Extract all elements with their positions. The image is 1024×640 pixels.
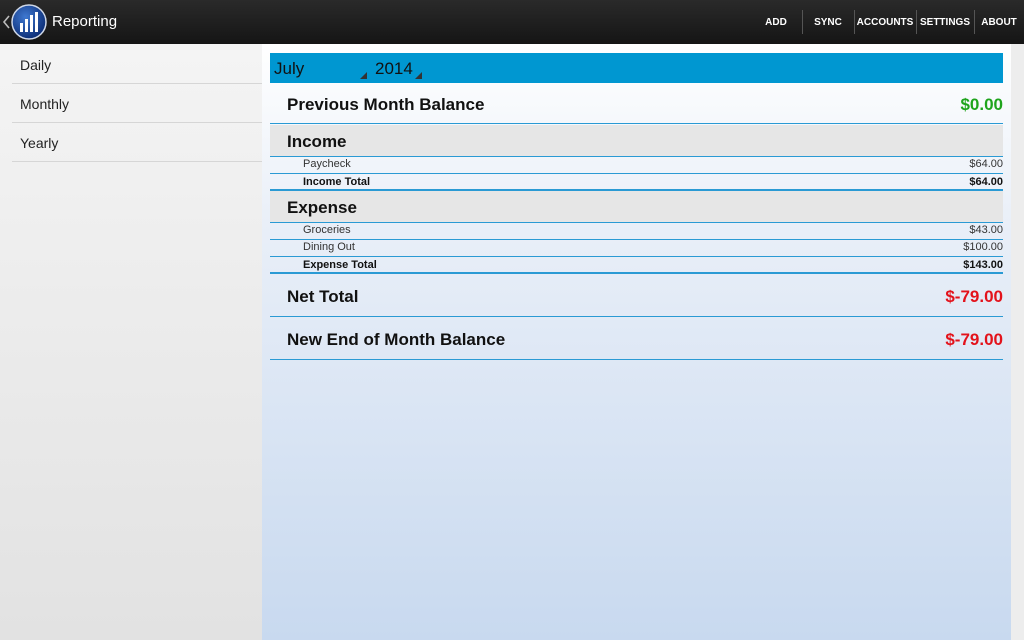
income-title: Income bbox=[287, 132, 347, 151]
about-button[interactable]: ABOUT bbox=[974, 0, 1024, 44]
divider bbox=[270, 156, 1003, 157]
end-balance-label: New End of Month Balance bbox=[287, 330, 506, 349]
divider bbox=[270, 256, 1003, 257]
month-value: July bbox=[274, 59, 305, 78]
divider bbox=[270, 173, 1003, 174]
divider bbox=[270, 272, 1003, 274]
app-logo-icon[interactable] bbox=[11, 4, 47, 40]
previous-balance-value: $0.00 bbox=[960, 95, 1003, 114]
divider bbox=[270, 123, 1003, 124]
divider bbox=[270, 359, 1003, 360]
expense-item-label: Groceries bbox=[303, 224, 351, 236]
period-selector-bar: July 2014 bbox=[270, 53, 1003, 83]
accounts-button[interactable]: ACCOUNTS bbox=[854, 0, 916, 44]
expense-title: Expense bbox=[287, 198, 357, 217]
sync-button[interactable]: SYNC bbox=[802, 0, 854, 44]
sidebar-item-yearly[interactable]: Yearly bbox=[12, 123, 262, 162]
expense-section-header bbox=[270, 191, 1003, 222]
spinner-arrow-icon bbox=[360, 72, 367, 79]
income-total-value: $64.00 bbox=[969, 176, 1003, 188]
app-title: Reporting bbox=[52, 13, 118, 30]
expense-item-value: $43.00 bbox=[969, 224, 1003, 236]
spinner-arrow-icon bbox=[415, 72, 422, 79]
year-value: 2014 bbox=[375, 59, 413, 78]
action-bar: Reporting ADD SYNC ACCOUNTS SETTINGS ABO… bbox=[0, 0, 1024, 44]
sidebar: Daily Monthly Yearly bbox=[0, 44, 262, 640]
divider bbox=[270, 316, 1003, 317]
expense-total-value: $143.00 bbox=[963, 259, 1003, 271]
previous-balance-label: Previous Month Balance bbox=[287, 95, 485, 114]
right-gutter bbox=[1011, 44, 1024, 640]
month-spinner[interactable]: July bbox=[274, 53, 370, 83]
end-balance-value: $-79.00 bbox=[945, 330, 1003, 349]
divider bbox=[270, 222, 1003, 223]
income-item-value: $64.00 bbox=[969, 158, 1003, 170]
year-spinner[interactable]: 2014 bbox=[375, 53, 427, 83]
net-total-value: $-79.00 bbox=[945, 287, 1003, 306]
expense-total-label: Expense Total bbox=[303, 259, 377, 271]
sidebar-item-monthly[interactable]: Monthly bbox=[12, 84, 262, 123]
action-menu: ADD SYNC ACCOUNTS SETTINGS ABOUT bbox=[750, 0, 1024, 44]
divider bbox=[270, 239, 1003, 240]
expense-item-value: $100.00 bbox=[963, 241, 1003, 253]
expense-item-label: Dining Out bbox=[303, 241, 355, 253]
sidebar-item-daily[interactable]: Daily bbox=[12, 45, 262, 84]
income-total-label: Income Total bbox=[303, 176, 371, 188]
settings-button[interactable]: SETTINGS bbox=[916, 0, 974, 44]
income-item-label: Paycheck bbox=[303, 158, 351, 170]
net-total-label: Net Total bbox=[287, 287, 359, 306]
income-section-header bbox=[270, 125, 1003, 156]
add-button[interactable]: ADD bbox=[750, 0, 802, 44]
